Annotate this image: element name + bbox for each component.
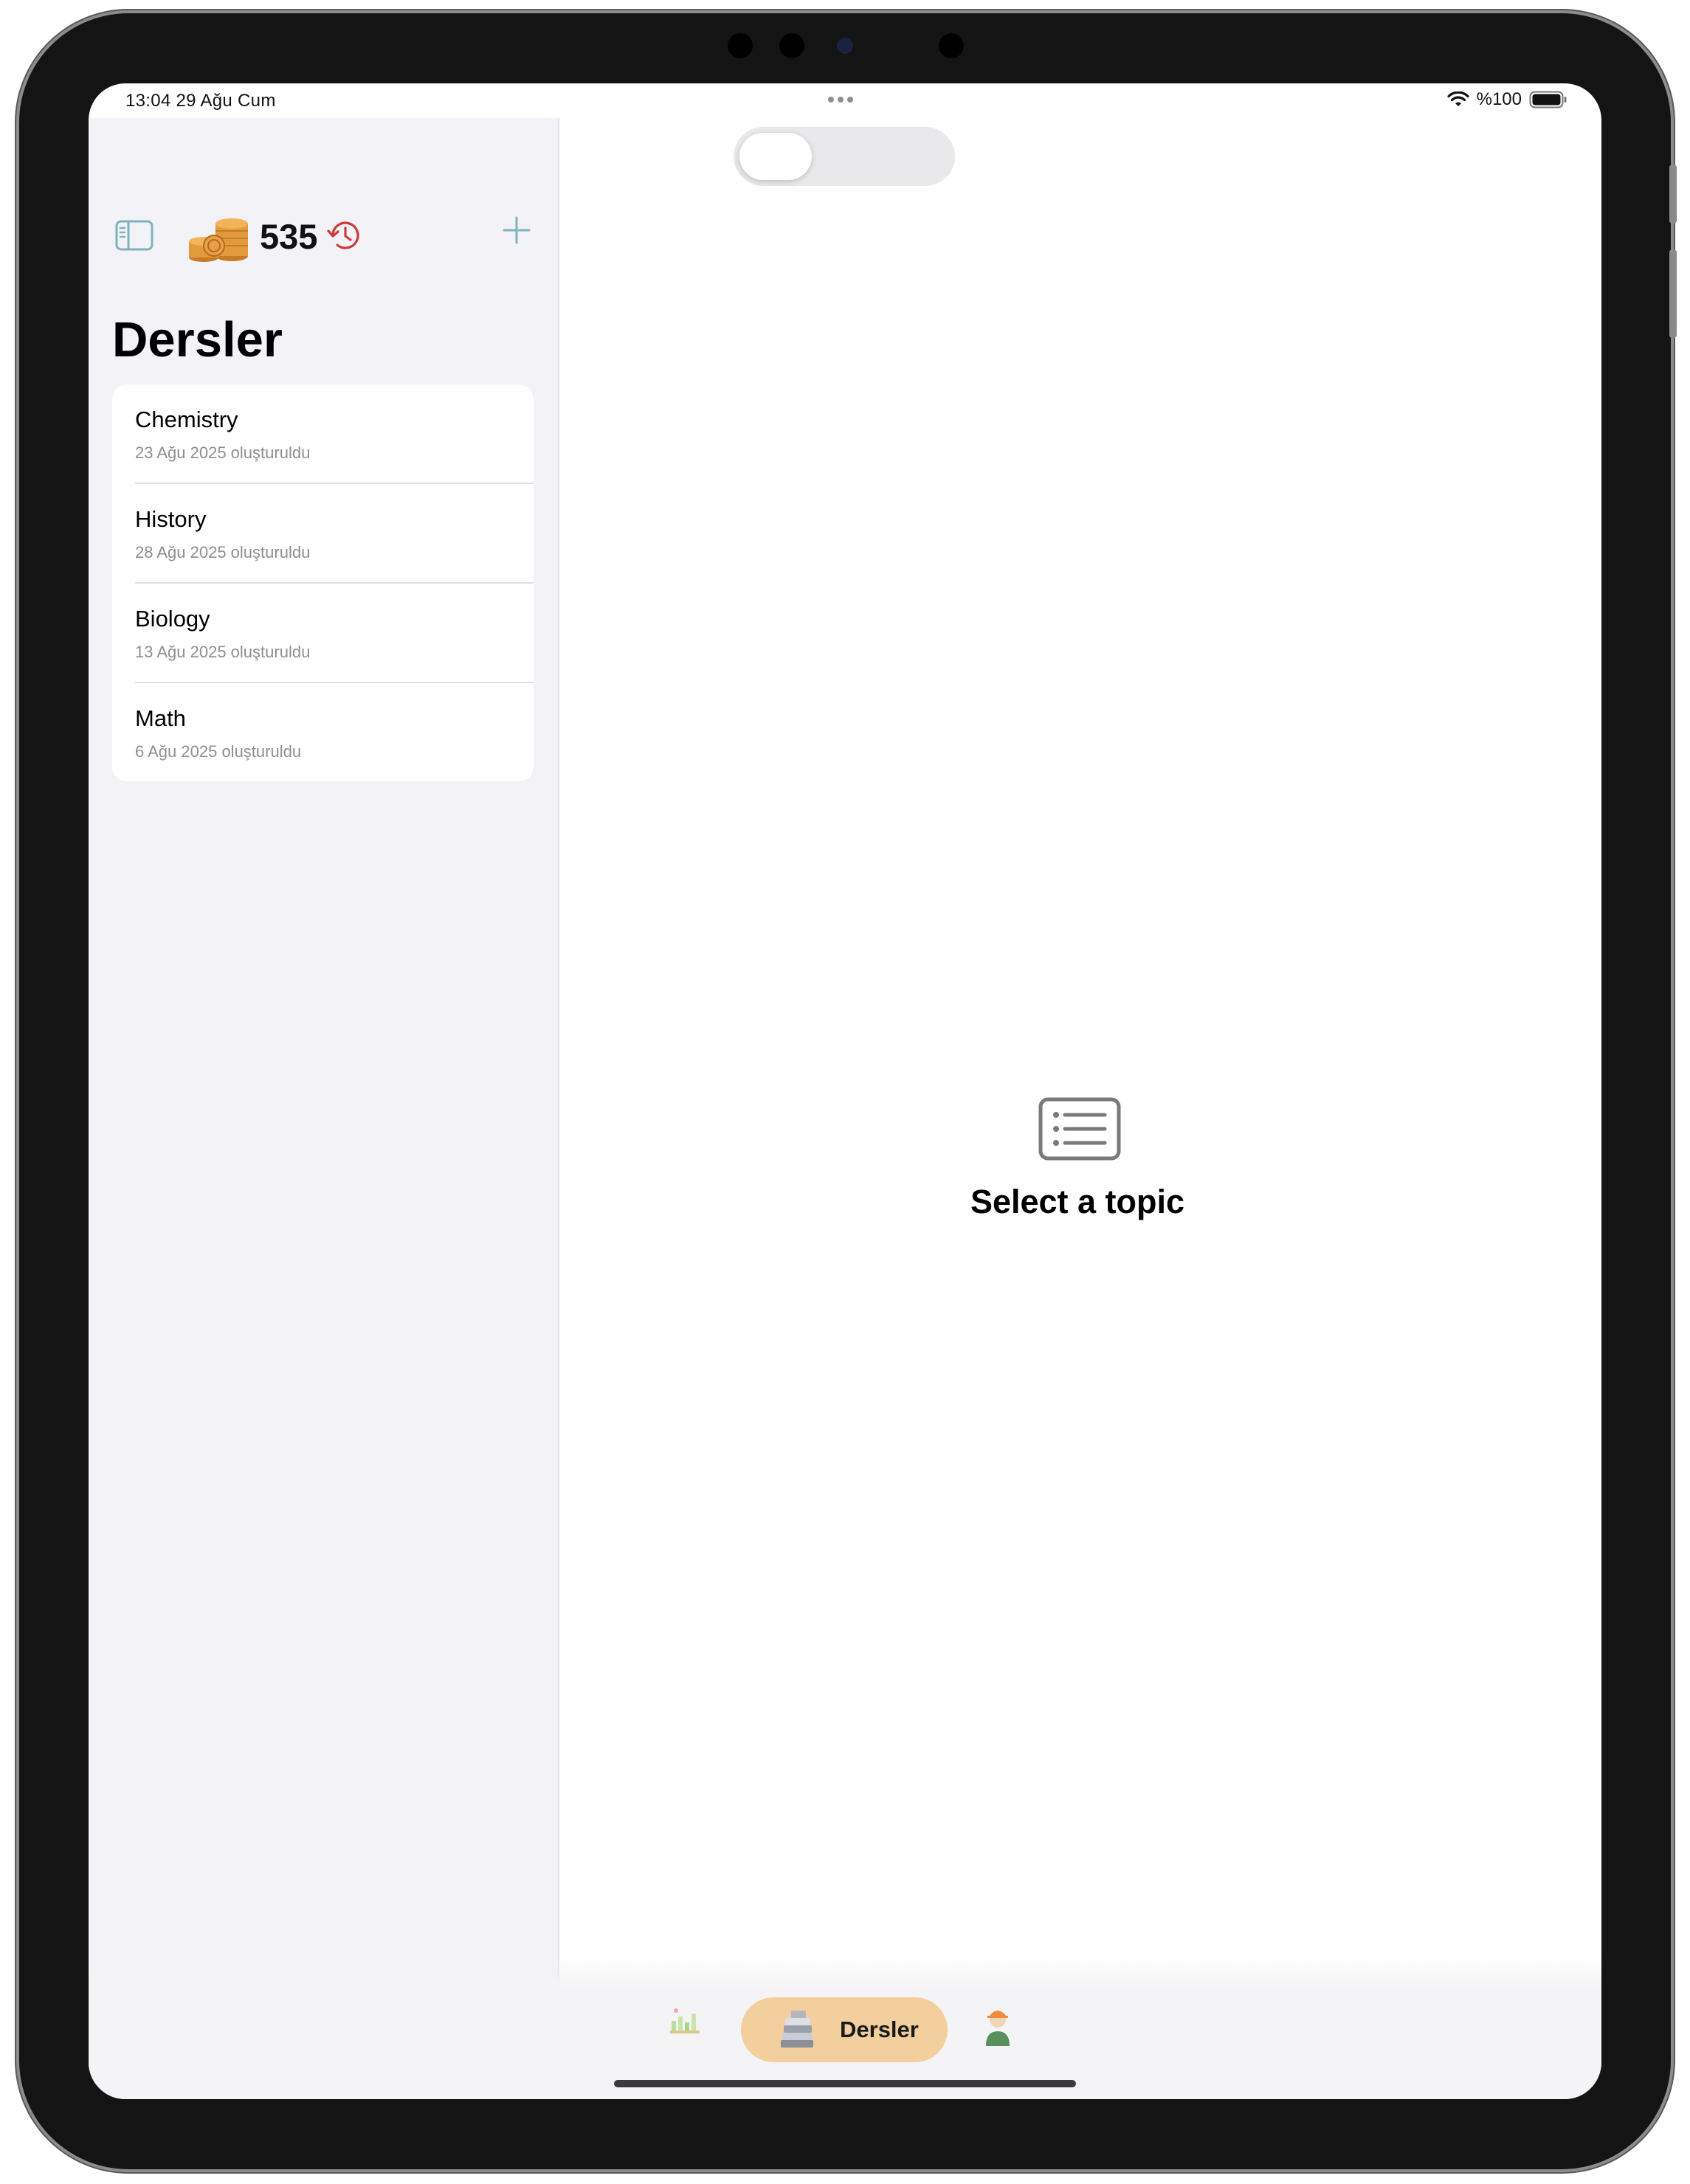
empty-state-message: Select a topic — [970, 1183, 1185, 1220]
course-date: 13 Ağu 2025 oluşturuldu — [135, 643, 311, 661]
battery-icon — [1529, 91, 1567, 108]
course-date: 6 Ağu 2025 oluşturuldu — [135, 742, 302, 761]
course-name: Math — [135, 705, 186, 731]
history-icon[interactable] — [326, 218, 363, 253]
screen: 13:04 29 Ağu Cum %100 535 Dersler Chemis… — [89, 83, 1601, 2099]
tab-dersler[interactable]: Dersler — [741, 1997, 948, 2062]
course-name: History — [135, 506, 207, 532]
tab-label: Dersler — [840, 2017, 919, 2042]
status-indicators: %100 — [1447, 89, 1567, 110]
list-placeholder-icon — [1038, 1097, 1121, 1161]
view-mode-toggle[interactable] — [734, 127, 955, 186]
stats-tab-icon[interactable] — [669, 2006, 703, 2036]
tabbar-fade — [89, 1957, 1601, 1988]
camera-lens — [837, 38, 853, 54]
coin-count: 535 — [260, 217, 318, 256]
profile-tab-icon[interactable] — [980, 2002, 1015, 2049]
course-item-biology[interactable]: Biology 13 Ağu 2025 oluşturuldu — [112, 584, 534, 683]
page-title: Dersler — [112, 312, 283, 367]
camera-sensor — [779, 33, 804, 58]
toggle-knob[interactable] — [739, 133, 812, 180]
course-item-history[interactable]: History 28 Ağu 2025 oluşturuldu — [112, 484, 534, 584]
course-date: 28 Ağu 2025 oluşturuldu — [135, 543, 311, 561]
device-button — [1669, 165, 1677, 224]
course-list: Chemistry 23 Ağu 2025 oluşturuldu Histor… — [112, 384, 534, 781]
device-frame: 13:04 29 Ağu Cum %100 535 Dersler Chemis… — [19, 13, 1677, 2169]
home-indicator[interactable] — [614, 2080, 1076, 2087]
course-date: 23 Ağu 2025 oluşturuldu — [135, 443, 311, 462]
camera-sensor — [939, 33, 964, 58]
sidebar: 535 Dersler Chemistry 23 Ağu 2025 oluştu… — [89, 118, 559, 1988]
wifi-icon — [1447, 91, 1469, 106]
sidebar-toggle-icon[interactable] — [115, 220, 154, 251]
camera-sensor — [728, 33, 753, 58]
books-icon — [781, 2011, 813, 2048]
add-button[interactable] — [500, 214, 533, 246]
coins-icon — [189, 218, 248, 262]
course-name: Chemistry — [135, 407, 238, 432]
multitasking-dots[interactable] — [828, 97, 853, 103]
battery-percent: %100 — [1476, 89, 1522, 109]
course-name: Biology — [135, 606, 210, 632]
course-item-chemistry[interactable]: Chemistry 23 Ağu 2025 oluşturuldu — [112, 384, 534, 484]
status-time: 13:04 29 Ağu Cum — [125, 91, 276, 111]
device-button — [1669, 249, 1677, 338]
course-item-math[interactable]: Math 6 Ağu 2025 oluşturuldu — [112, 683, 534, 781]
